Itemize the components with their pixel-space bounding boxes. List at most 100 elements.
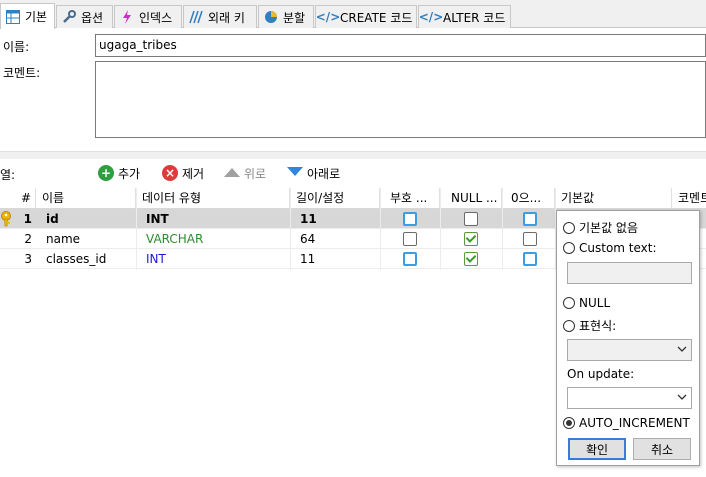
plus-icon: + — [98, 165, 114, 181]
unsigned-checkbox[interactable] — [403, 252, 417, 266]
arrow-down-icon — [287, 166, 303, 180]
columns-label: 열: — [0, 168, 16, 182]
tab-label: ALTER 코드 — [443, 10, 506, 25]
divider — [0, 151, 706, 159]
zerofill-checkbox[interactable] — [523, 212, 537, 226]
row-length[interactable]: 64 — [294, 229, 315, 249]
row-type[interactable]: INT — [140, 249, 166, 269]
header-zerofill[interactable]: 0으... — [502, 188, 555, 209]
up-label: 위로 — [244, 166, 267, 181]
radio-icon[interactable] — [563, 417, 575, 429]
name-label: 이름: — [3, 40, 30, 54]
no-default-option[interactable]: 기본값 없음 — [563, 219, 638, 236]
header-name[interactable]: 이름 — [36, 188, 136, 209]
unsigned-checkbox[interactable] — [403, 212, 417, 226]
null-label: NULL — [579, 296, 611, 310]
zerofill-checkbox[interactable] — [523, 232, 537, 246]
auto-increment-label: AUTO_INCREMENT — [579, 416, 690, 430]
null-option[interactable]: NULL — [563, 296, 610, 310]
row-length[interactable]: 11 — [294, 209, 317, 229]
custom-text-label: Custom text: — [579, 241, 657, 255]
unsigned-checkbox[interactable] — [403, 232, 417, 246]
header-length[interactable]: 길이/설정 — [290, 188, 380, 209]
columns-grid-header: # 이름 데이터 유형 길이/설정 부호 ... NULL ... 0으... … — [0, 188, 706, 209]
code-icon: </> — [418, 10, 444, 24]
tab-options[interactable]: 옵션 — [56, 5, 113, 28]
tab-label: CREATE 코드 — [340, 10, 413, 25]
expression-label: 표현식: — [579, 319, 617, 333]
pie-icon — [263, 9, 279, 25]
foreign-key-icon — [188, 9, 204, 25]
row-num: 1 — [23, 212, 32, 226]
row-type[interactable]: VARCHAR — [140, 229, 203, 249]
add-label: 추가 — [118, 166, 141, 181]
header-allow-null[interactable]: NULL ... — [440, 188, 502, 209]
code-icon: </> — [315, 10, 341, 24]
grid-divider — [380, 188, 381, 270]
move-down-button[interactable]: 아래로 — [287, 164, 340, 182]
remove-label: 제거 — [182, 166, 205, 181]
move-up-button[interactable]: 위로 — [224, 164, 266, 182]
tab-foreign-keys[interactable]: 외래 키 — [183, 5, 257, 28]
radio-icon[interactable] — [563, 221, 575, 234]
tab-partitions[interactable]: 분할 — [258, 5, 314, 28]
tab-alter-code[interactable]: </> ALTER 코드 — [418, 5, 511, 28]
tab-create-code[interactable]: </> CREATE 코드 — [315, 5, 417, 28]
tab-label: 인덱스 — [139, 10, 173, 25]
row-name[interactable]: name — [40, 229, 80, 249]
expression-option[interactable]: 표현식: — [563, 317, 616, 334]
row-type[interactable]: INT — [140, 209, 169, 229]
chevron-down-icon — [677, 391, 687, 404]
row-num: 3 — [24, 252, 32, 266]
header-num[interactable]: # — [0, 188, 36, 209]
add-column-button[interactable]: + 추가 — [98, 164, 140, 182]
tab-indexes[interactable]: 인덱스 — [114, 5, 182, 28]
chevron-down-icon — [677, 343, 687, 356]
custom-text-option[interactable]: Custom text: — [563, 241, 657, 255]
on-update-select[interactable] — [567, 387, 692, 409]
tab-label: 외래 키 — [208, 10, 245, 25]
cancel-button[interactable]: 취소 — [633, 438, 691, 460]
zerofill-checkbox[interactable] — [523, 252, 537, 266]
header-datatype[interactable]: 데이터 유형 — [136, 188, 290, 209]
allow-null-checkbox[interactable] — [464, 252, 478, 266]
on-update-label: On update: — [567, 367, 635, 381]
allow-null-checkbox[interactable] — [464, 232, 478, 246]
down-label: 아래로 — [307, 166, 341, 181]
expression-select[interactable] — [567, 339, 692, 361]
header-default[interactable]: 기본값 — [555, 188, 672, 209]
row-name[interactable]: classes_id — [40, 249, 106, 269]
comment-label: 코멘트: — [3, 66, 41, 80]
grid-divider — [290, 188, 291, 270]
row-num: 2 — [24, 232, 32, 246]
auto-increment-option[interactable]: AUTO_INCREMENT — [563, 416, 690, 430]
arrow-up-icon — [224, 166, 240, 180]
header-comment[interactable]: 코멘트 — [672, 188, 706, 209]
table-icon — [5, 9, 21, 25]
row-length[interactable]: 11 — [294, 249, 315, 269]
tab-label: 옵션 — [81, 10, 104, 25]
grid-divider — [440, 188, 441, 270]
lightning-icon — [119, 9, 135, 25]
grid-divider — [502, 188, 503, 270]
radio-icon[interactable] — [563, 297, 575, 309]
tab-basic[interactable]: 기본 — [0, 3, 55, 29]
header-unsigned[interactable]: 부호 ... — [380, 188, 440, 209]
radio-icon[interactable] — [563, 319, 575, 332]
allow-null-checkbox[interactable] — [464, 212, 478, 226]
ok-button[interactable]: 확인 — [568, 438, 626, 460]
radio-icon[interactable] — [563, 242, 575, 254]
tab-label: 분할 — [283, 10, 306, 25]
grid-divider — [136, 188, 137, 270]
wrench-icon — [61, 9, 77, 25]
comment-textarea[interactable] — [95, 61, 706, 138]
name-input[interactable]: ugaga_tribes — [95, 34, 706, 57]
tab-bar: 기본 옵션 인덱스 외래 키 분할 </> CREATE 코드 </> ALTE… — [0, 0, 706, 29]
tab-label: 기본 — [25, 10, 48, 24]
remove-column-button[interactable]: × 제거 — [162, 164, 204, 182]
default-value-popup: 기본값 없음 Custom text: NULL 표현식: On update:… — [556, 210, 700, 466]
row-name[interactable]: id — [40, 209, 59, 229]
no-default-label: 기본값 없음 — [579, 221, 639, 235]
remove-icon: × — [162, 165, 178, 181]
custom-text-input[interactable] — [567, 262, 692, 284]
